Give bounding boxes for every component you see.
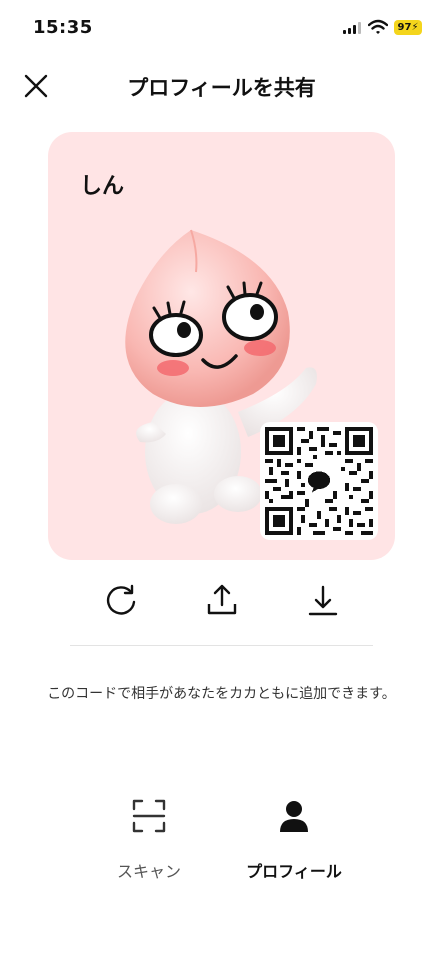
battery-icon: 97⚡ bbox=[394, 20, 422, 35]
status-time: 15:35 bbox=[33, 17, 93, 38]
person-icon bbox=[280, 801, 308, 832]
profile-card: しん bbox=[48, 132, 395, 560]
description-text: このコードで相手があなたをカカともに追加できます。 bbox=[47, 686, 396, 702]
card-actions bbox=[0, 582, 443, 626]
qr-code bbox=[260, 422, 378, 540]
scan-icon bbox=[132, 799, 166, 833]
qr-code-icon bbox=[265, 427, 373, 535]
share-upload-icon[interactable] bbox=[204, 582, 240, 618]
cellular-signal-icon bbox=[343, 22, 361, 34]
profile-name: しん bbox=[80, 174, 125, 199]
page-title: プロフィールを共有 bbox=[127, 76, 316, 100]
wifi-icon bbox=[368, 19, 388, 34]
tab-scan-label: スキャン bbox=[116, 862, 181, 881]
divider bbox=[70, 645, 373, 646]
header: プロフィールを共有 bbox=[0, 60, 443, 110]
refresh-icon[interactable] bbox=[103, 582, 139, 618]
download-icon[interactable] bbox=[305, 582, 341, 618]
tab-profile[interactable]: プロフィール bbox=[234, 792, 354, 887]
tab-scan[interactable]: スキャン bbox=[89, 792, 209, 887]
battery-level: 97 bbox=[397, 22, 412, 33]
status-bar: 15:35 97⚡ bbox=[0, 0, 443, 52]
tab-profile-label: プロフィール bbox=[246, 862, 342, 881]
